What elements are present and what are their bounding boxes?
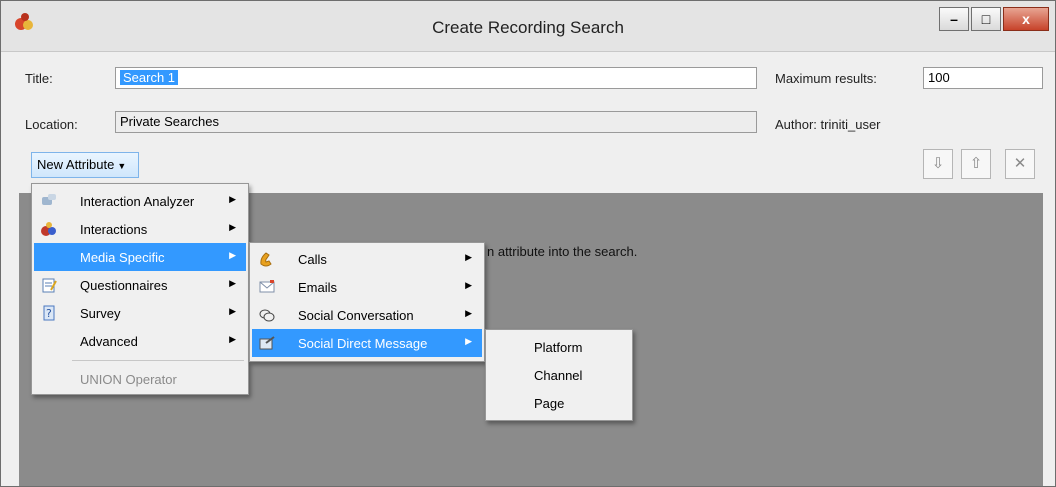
menu-item-label: Social Conversation [298,308,414,323]
location-field: Private Searches [115,111,757,133]
window-title: Create Recording Search [432,18,624,37]
attribute-hint-text: n attribute into the search. [487,244,638,259]
questionnaires-icon [40,276,58,294]
menu-item-label: Social Direct Message [298,336,428,351]
author-label: Author: triniti_user [775,117,881,132]
title-label: Title: [25,71,53,86]
chevron-down-icon: ▼ [117,161,127,171]
menu-item-advanced[interactable]: Advanced ▶ [34,327,246,355]
interaction-analyzer-icon [40,192,58,210]
create-recording-search-window: Create Recording Search – □ x Title: Sea… [0,0,1056,487]
menu-item-questionnaires[interactable]: Questionnaires ▶ [34,271,246,299]
menu-item-label: Channel [534,368,583,383]
menu-item-label: Page [534,396,565,411]
menu-item-channel[interactable]: Channel [488,361,630,389]
move-up-button[interactable]: ⇧ [961,149,991,179]
title-input-value: Search 1 [120,70,179,85]
menu-item-interaction-analyzer[interactable]: Interaction Analyzer ▶ [34,187,246,215]
author-label-text: Author: [775,117,817,132]
location-label: Location: [25,117,78,132]
max-results-input[interactable]: 100 [923,67,1043,89]
menu-item-emails[interactable]: Emails ▶ [252,273,482,301]
menu-item-page[interactable]: Page [488,389,630,417]
menu-item-media-specific[interactable]: Media Specific ▶ [34,243,246,271]
menu-item-interactions[interactable]: Interactions ▶ [34,215,246,243]
email-icon [258,278,276,296]
menu-item-social-direct-message[interactable]: Social Direct Message ▶ [252,329,482,357]
author-value: triniti_user [820,117,881,132]
menu-item-label: Questionnaires [80,278,168,293]
interactions-icon [40,220,58,238]
social-direct-message-icon [258,334,276,352]
menu-item-label: Advanced [80,334,138,349]
menu-item-calls[interactable]: Calls ▶ [252,245,482,273]
submenu-arrow-icon: ▶ [465,252,472,262]
menu-item-label: Calls [298,252,327,267]
submenu-arrow-icon: ▶ [229,222,236,232]
max-results-label: Maximum results: [775,71,877,86]
move-down-button[interactable]: ⇩ [923,149,953,179]
phone-icon [258,250,276,268]
menu-item-social-conversation[interactable]: Social Conversation ▶ [252,301,482,329]
submenu-arrow-icon: ▶ [465,308,472,318]
submenu-arrow-icon: ▶ [229,306,236,316]
menu-item-label: Platform [534,340,583,355]
submenu-arrow-icon: ▶ [465,336,472,346]
media-specific-submenu: Calls ▶ Emails ▶ Social Conversation ▶ S… [249,242,485,362]
minimize-button[interactable]: – [939,7,969,31]
submenu-arrow-icon: ▶ [229,334,236,344]
menu-item-union-operator: UNION Operator [34,365,246,393]
new-attribute-button[interactable]: New Attribute ▼ [31,152,139,178]
menu-item-label: Media Specific [80,250,165,265]
menu-item-label: Survey [80,306,121,321]
menu-item-survey[interactable]: ? Survey ▶ [34,299,246,327]
submenu-arrow-icon: ▶ [229,278,236,288]
title-bar[interactable]: Create Recording Search – □ x [1,1,1055,52]
social-direct-message-submenu: Platform Channel Page [485,329,633,421]
maximize-button[interactable]: □ [971,7,1001,31]
menu-separator [72,360,244,361]
submenu-arrow-icon: ▶ [229,194,236,204]
submenu-arrow-icon: ▶ [229,250,236,260]
survey-icon: ? [40,304,58,322]
remove-button[interactable]: ✕ [1005,149,1035,179]
new-attribute-menu: Interaction Analyzer ▶ Interactions ▶ Me… [31,183,249,395]
menu-item-label: Interactions [80,222,148,237]
close-button[interactable]: x [1003,7,1049,31]
menu-item-platform[interactable]: Platform [488,333,630,361]
menu-item-label: Emails [298,280,338,295]
menu-item-label: UNION Operator [80,372,177,387]
new-attribute-label: New Attribute [37,157,115,172]
svg-text:?: ? [46,307,52,320]
submenu-arrow-icon: ▶ [465,280,472,290]
title-input[interactable]: Search 1 [115,67,757,89]
menu-item-label: Interaction Analyzer [80,194,195,209]
social-conversation-icon [258,306,276,324]
